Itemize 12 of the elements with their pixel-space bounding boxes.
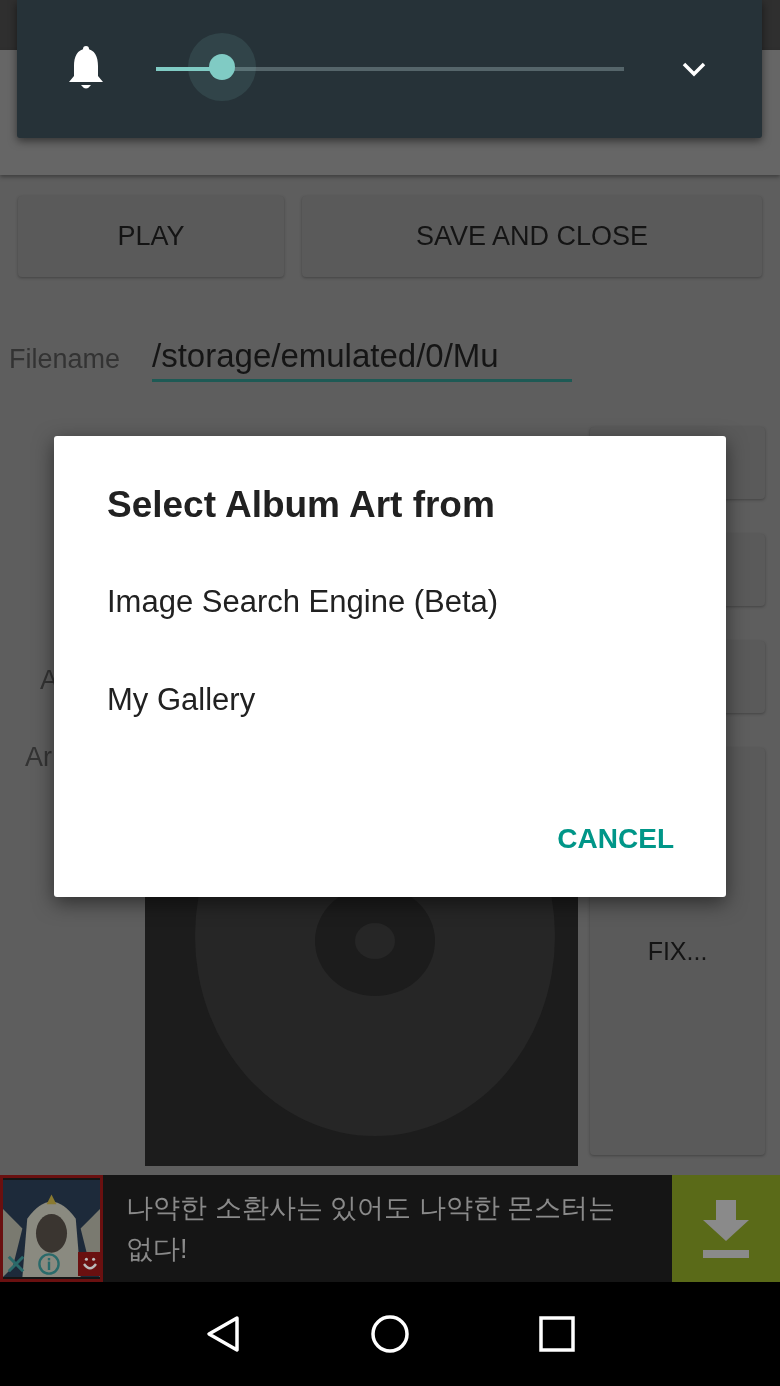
- dialog-option[interactable]: Image Search Engine (Beta): [107, 584, 726, 632]
- save-button[interactable]: SAVE AND CLOSE: [302, 196, 762, 277]
- home-icon[interactable]: [370, 1314, 410, 1354]
- smiley-icon: [78, 1252, 102, 1276]
- recents-icon[interactable]: [536, 1314, 577, 1354]
- dialog-option[interactable]: My Gallery: [107, 682, 726, 730]
- download-icon: [703, 1199, 749, 1258]
- play-button[interactable]: PLAY: [18, 196, 284, 277]
- chevron-down-icon[interactable]: [681, 61, 707, 77]
- ad-text: 나약한 소환사는 있어도 나약한 몬스터는 없다!: [125, 1192, 616, 1266]
- dialog-title: Select Album Art from: [107, 484, 496, 527]
- filename-field[interactable]: /storage/emulated/0/Mu: [152, 336, 572, 382]
